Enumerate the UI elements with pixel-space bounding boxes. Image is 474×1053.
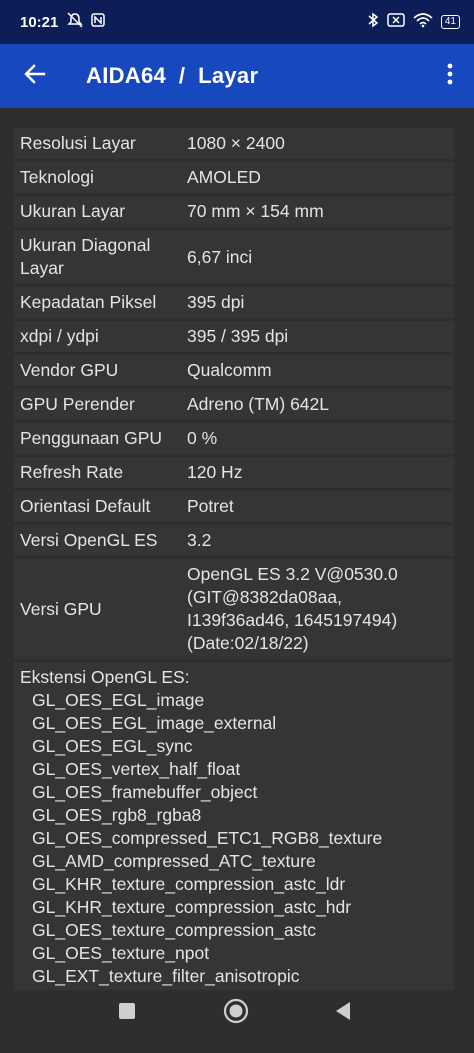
extension-item: GL_EXT_texture_filter_anisotropic [32,966,300,986]
info-row-label: Orientasi Default [20,496,151,516]
sim-x-icon [387,13,405,31]
extensions-section: Ekstensi OpenGL ES: GL_OES_EGL_image GL_OE… [14,662,454,1017]
info-row-label: Ukuran Layar [20,201,126,221]
extension-item: GL_KHR_texture_compression_astc_ldr [32,874,346,894]
info-row-value: 3.2 [187,530,212,550]
arrow-back-icon [24,63,46,90]
info-row: Ukuran Diagonal Layar 6,67 inci [14,230,454,284]
info-row-value: 120 Hz [187,462,243,482]
recents-button[interactable] [107,993,147,1033]
info-row: Orientasi Default Potret [14,491,454,522]
bluetooth-icon [367,12,379,32]
home-button[interactable] [216,993,256,1033]
extension-item: GL_OES_rgb8_rgba8 [32,805,202,825]
info-row: Kepadatan Piksel 395 dpi [14,287,454,318]
extension-item: GL_OES_vertex_half_float [32,759,241,779]
info-row-value: OpenGL ES 3.2 V@0530.0 (GIT@8382da08aa, … [187,564,398,653]
info-row-label: GPU Perender [20,394,135,414]
info-row-label: Penggunaan GPU [20,428,163,448]
back-triangle-icon [334,1001,352,1026]
info-row-label: Versi GPU [20,598,102,619]
info-row-label: Refresh Rate [20,462,124,482]
info-row: Teknologi AMOLED [14,162,454,193]
info-row-label: Ukuran Diagonal Layar [20,235,151,278]
info-row-value: 70 mm × 154 mm [187,201,324,221]
info-row-value: 1080 × 2400 [187,133,285,153]
info-row: Penggunaan GPU 0 % [14,423,454,454]
info-row-label: Versi OpenGL ES [20,530,158,550]
extension-item: GL_KHR_texture_compression_astc_hdr [32,897,352,917]
info-row: Resolusi Layar 1080 × 2400 [14,128,454,159]
status-left-icons [66,12,106,32]
info-row-label: Resolusi Layar [20,133,136,153]
more-vert-icon [447,63,453,90]
nav-back-button[interactable] [323,993,363,1033]
info-row-value: 6,67 inci [187,246,253,267]
battery-icon: 41 [440,15,460,29]
info-row: xdpi / ydpi 395 / 395 dpi [14,321,454,352]
status-right-icons: 41 [367,12,460,32]
info-row-label: Kepadatan Piksel [20,292,157,312]
info-row-value: 395 / 395 dpi [187,326,289,346]
extension-item: GL_OES_EGL_image_external [32,713,277,733]
extension-item: GL_OES_compressed_ETC1_RGB8_texture [32,828,383,848]
extension-item: GL_OES_texture_compression_astc [32,920,317,940]
app-bar: AIDA64 / Layar [0,44,474,108]
info-row-value: Adreno (TM) 642L [187,394,330,414]
extension-item: GL_AMD_compressed_ATC_texture [32,851,316,871]
info-row-label: xdpi / ydpi [20,326,99,346]
info-row-label: Vendor GPU [20,360,119,380]
info-row-label: Teknologi [20,167,94,187]
info-list: Resolusi Layar 1080 × 2400 Teknologi AMOLED… [14,128,454,1017]
info-row-value: AMOLED [187,167,261,187]
info-row: GPU Perender Adreno (TM) 642L [14,389,454,420]
status-time: 10:21 [20,13,59,31]
system-nav-bar [0,990,474,1053]
status-bar: 10:21 41 [0,0,474,44]
extension-item: GL_OES_texture_npot [32,943,210,963]
info-row-value: 0 % [187,428,218,448]
overflow-menu-button[interactable] [426,44,474,108]
info-row-value: Potret [187,496,234,516]
extension-item: GL_OES_framebuffer_object [32,782,258,802]
extension-item: GL_OES_EGL_image [32,690,205,710]
info-row: Vendor GPU Qualcomm [14,355,454,386]
wifi-icon [413,12,433,32]
back-button[interactable] [0,44,70,108]
nfc-icon [90,12,106,32]
recents-square-icon [118,1002,136,1025]
info-row: Versi OpenGL ES 3.2 [14,525,454,556]
extension-item: GL_OES_EGL_sync [32,736,193,756]
info-row-value: Qualcomm [187,360,272,380]
page-title: AIDA64 / Layar [86,63,259,88]
mute-notification-icon [66,12,84,32]
info-row-value: 395 dpi [187,292,245,312]
extensions-header: Ekstensi OpenGL ES: [20,667,190,687]
info-row: Refresh Rate 120 Hz [14,457,454,488]
home-circle-icon [223,998,249,1029]
info-row: Ukuran Layar 70 mm × 154 mm [14,196,454,227]
info-row: Versi GPU OpenGL ES 3.2 V@0530.0 (GIT@838… [14,559,454,659]
